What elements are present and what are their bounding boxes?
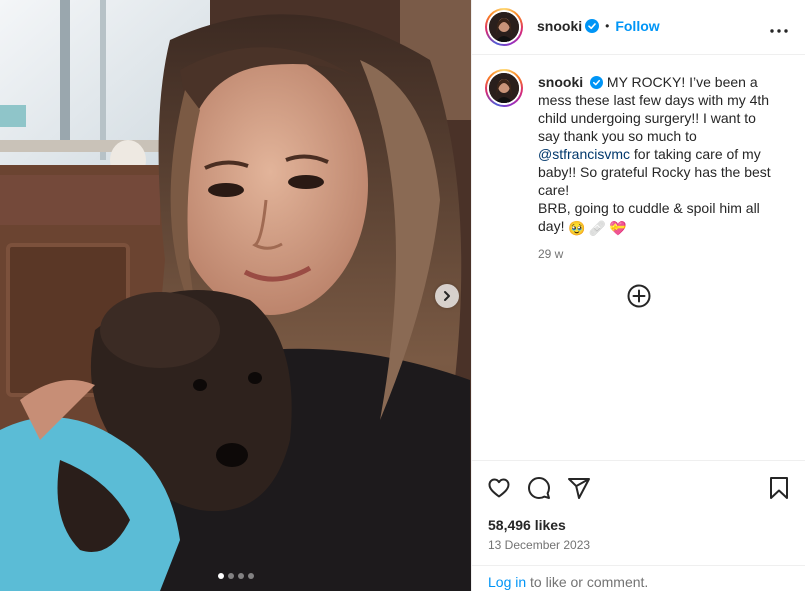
chevron-right-icon (444, 291, 450, 301)
follow-button[interactable]: Follow (615, 18, 659, 34)
username-link[interactable]: snooki (537, 18, 582, 34)
caption-avatar[interactable] (485, 69, 523, 107)
verified-badge-icon (590, 76, 604, 89)
like-count[interactable]: 58,496 likes (488, 517, 566, 533)
post-time-ago[interactable]: 29 w (538, 245, 778, 263)
avatar[interactable] (485, 8, 523, 46)
avatar-photo (489, 73, 519, 103)
mention-link[interactable]: @stfrancisvmc (538, 146, 630, 162)
more-options-icon (770, 29, 788, 33)
slide-dot (227, 573, 234, 579)
post-side-panel: snooki • Follow snooki MY ROCKY! I’ve be… (471, 0, 805, 591)
slide-dot (217, 573, 224, 579)
more-options-button[interactable] (770, 20, 788, 38)
emoji: 💝 (609, 220, 627, 236)
slide-indicator (0, 573, 471, 579)
login-prompt-text: to like or comment. (526, 574, 649, 590)
avatar-photo (489, 12, 519, 42)
post-photo (0, 0, 471, 591)
caption-text: snooki MY ROCKY! I’ve been a mess these … (538, 73, 778, 263)
save-button[interactable] (768, 476, 790, 505)
post-media[interactable] (0, 0, 471, 591)
like-button[interactable] (487, 476, 511, 505)
next-slide-button[interactable] (435, 284, 459, 308)
caption-username-link[interactable]: snooki (538, 74, 583, 90)
caption-emojis: 🥹 🩹 💝 (568, 219, 626, 237)
post-date[interactable]: 13 December 2023 (488, 538, 590, 552)
comment-icon (528, 477, 550, 499)
login-prompt: Log in to like or comment. (472, 565, 805, 592)
emoji: 🩹 (588, 220, 607, 236)
load-more-comments-button[interactable] (627, 284, 651, 313)
slide-dot (247, 573, 254, 579)
post-header: snooki • Follow (472, 0, 805, 55)
plus-circle-icon (627, 284, 651, 308)
verified-badge-icon (585, 19, 600, 33)
separator-dot: • (605, 19, 610, 33)
bookmark-icon (770, 477, 788, 499)
heart-icon (488, 478, 510, 498)
share-icon (568, 478, 590, 499)
login-link[interactable]: Log in (488, 574, 526, 590)
slide-dot (237, 573, 244, 579)
post-actions: 58,496 likes 13 December 2023 Log in to … (472, 460, 805, 591)
comment-button[interactable] (527, 476, 551, 505)
emoji: 🥹 (568, 220, 586, 236)
share-button[interactable] (567, 476, 591, 505)
